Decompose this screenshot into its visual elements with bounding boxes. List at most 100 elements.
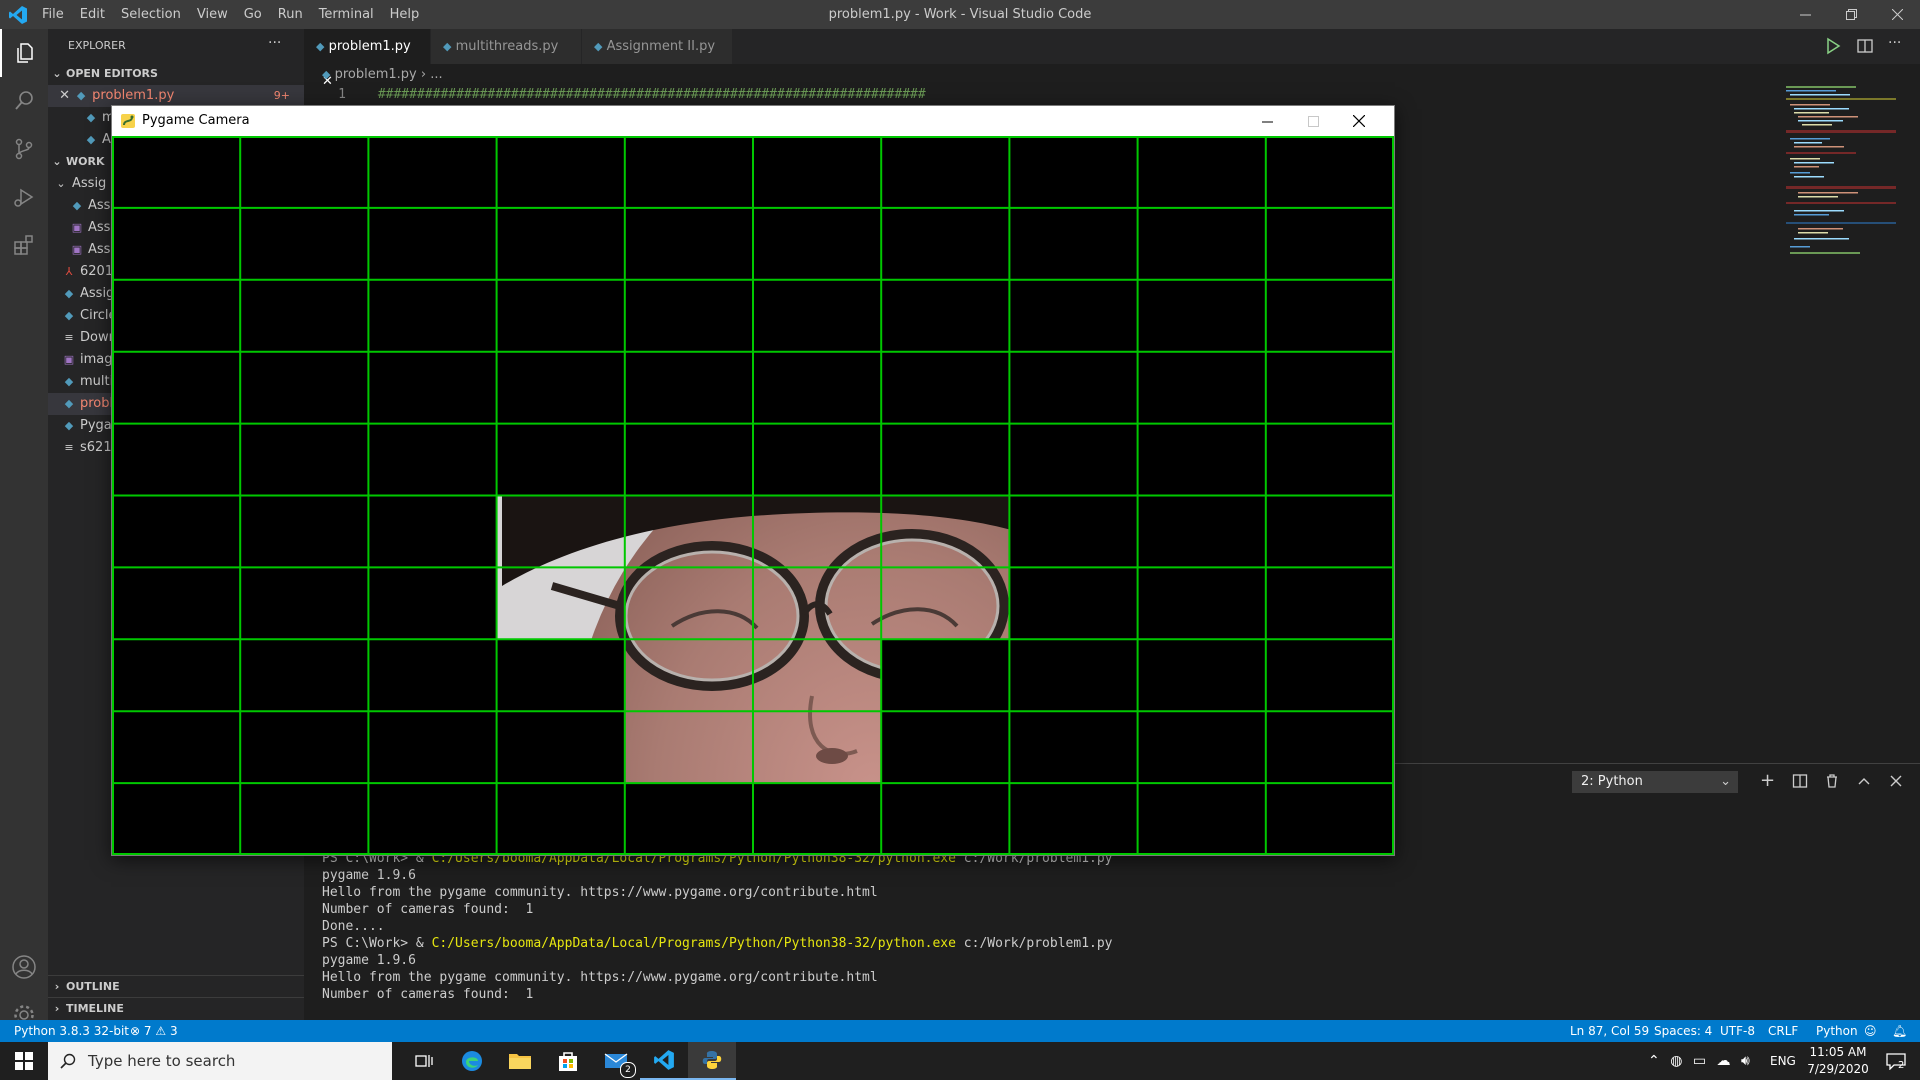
pygame-snake-icon xyxy=(121,114,135,128)
network-icon[interactable]: ◍ xyxy=(1670,1053,1682,1069)
close-icon xyxy=(1891,9,1903,20)
split-editor-icon xyxy=(1857,39,1873,53)
chevron-down-icon: ⌄ xyxy=(52,155,62,168)
vscode-taskbar-button[interactable] xyxy=(640,1042,688,1080)
search-icon xyxy=(60,1053,76,1069)
minimize-button[interactable] xyxy=(1782,0,1828,29)
python-icon xyxy=(702,1051,722,1069)
menu-terminal[interactable]: Terminal xyxy=(311,0,382,29)
python-taskbar-button[interactable] xyxy=(688,1042,736,1080)
error-count: 7 xyxy=(143,1024,152,1038)
source-control-icon xyxy=(15,138,33,160)
indentation-status[interactable]: Spaces: 4 xyxy=(1654,1020,1712,1042)
image-file-icon: ▣ xyxy=(71,243,83,256)
outline-header[interactable]: › OUTLINE xyxy=(48,975,304,998)
more-actions-icon[interactable]: ··· xyxy=(268,35,281,51)
split-editor-button[interactable] xyxy=(1856,37,1874,59)
onedrive-icon[interactable]: ☁ xyxy=(1717,1053,1731,1069)
clock[interactable]: 11:05 AM 7/29/2020 xyxy=(1806,1044,1870,1078)
notifications-button[interactable]: 🔔︎ xyxy=(1892,1020,1907,1042)
language-mode-status[interactable]: Python xyxy=(1816,1020,1858,1042)
cursor-position-status[interactable]: Ln 87, Col 59 xyxy=(1570,1020,1649,1042)
problems-status[interactable]: ⊗ 7 ⚠ 3 xyxy=(130,1020,178,1042)
encoding-status[interactable]: UTF-8 xyxy=(1720,1020,1755,1042)
terminal-line: Number of cameras found: 1 xyxy=(322,987,534,1002)
run-file-button[interactable] xyxy=(1824,37,1842,59)
tab-label: Assignment II.py xyxy=(606,39,716,54)
python-file-icon: ◆ xyxy=(86,111,96,124)
tab-problem1[interactable]: ◆ problem1.py ✕ xyxy=(304,29,430,89)
source-control-button[interactable] xyxy=(0,125,48,173)
maximize-icon xyxy=(1307,115,1319,127)
close-window-button[interactable] xyxy=(1874,0,1920,29)
run-debug-button[interactable] xyxy=(0,173,48,221)
show-hidden-icons-icon[interactable]: ⌃ xyxy=(1648,1053,1660,1069)
python-interpreter-status[interactable]: Python 3.8.3 32-bit xyxy=(14,1020,129,1042)
feedback-button[interactable]: ☺ xyxy=(1864,1020,1877,1042)
open-editors-label: OPEN EDITORS xyxy=(66,67,158,80)
breadcrumb-file[interactable]: problem1.py xyxy=(335,67,417,82)
input-language[interactable]: ENG xyxy=(1770,1042,1796,1080)
camera-puzzle-canvas[interactable] xyxy=(112,136,1394,855)
task-view-button[interactable] xyxy=(400,1042,448,1080)
menu-edit[interactable]: Edit xyxy=(72,0,113,29)
extensions-icon xyxy=(14,235,33,255)
start-button[interactable] xyxy=(0,1042,48,1080)
text-file-icon: ≡ xyxy=(64,331,74,344)
split-terminal-button[interactable] xyxy=(1792,773,1808,793)
editor-tab-bar: ◆ problem1.py ✕ ◆ multithreads.py ◆ Assi… xyxy=(304,29,1920,89)
pygame-maximize-button[interactable] xyxy=(1290,106,1336,136)
menu-help[interactable]: Help xyxy=(382,0,428,29)
menu-file[interactable]: File xyxy=(34,0,72,29)
extensions-button[interactable] xyxy=(0,221,48,269)
close-panel-button[interactable] xyxy=(1888,773,1904,793)
python-file-icon: ◆ xyxy=(64,419,74,432)
tab-multithreads[interactable]: ◆ multithreads.py xyxy=(431,29,581,64)
menu-view[interactable]: View xyxy=(189,0,236,29)
more-actions-icon[interactable]: ··· xyxy=(1888,35,1901,51)
battery-icon[interactable]: ▭ xyxy=(1693,1053,1706,1069)
kill-terminal-button[interactable] xyxy=(1824,773,1840,793)
terminal-path: C:/Users/booma/AppData/Local/Programs/Py… xyxy=(431,936,956,951)
store-taskbar-button[interactable] xyxy=(544,1042,592,1080)
mail-badge: 2 xyxy=(620,1062,636,1078)
pygame-title-bar[interactable]: Pygame Camera xyxy=(112,106,1394,136)
mail-taskbar-button[interactable]: 2 xyxy=(592,1042,640,1080)
file-explorer-taskbar-button[interactable] xyxy=(496,1042,544,1080)
open-editor-label: A xyxy=(102,132,111,147)
action-center-button[interactable]: 2 xyxy=(1876,1042,1916,1080)
menu-go[interactable]: Go xyxy=(236,0,270,29)
minimap[interactable] xyxy=(1786,86,1906,306)
terminal-select[interactable]: 2: Python ⌄ xyxy=(1572,771,1738,793)
close-icon[interactable]: ✕ xyxy=(48,85,70,107)
taskbar-search-box[interactable]: Type here to search xyxy=(48,1042,392,1080)
line-number: 1 xyxy=(338,87,346,102)
chevron-up-icon xyxy=(1858,778,1870,785)
pygame-close-button[interactable] xyxy=(1336,106,1382,136)
image-file-icon: ▣ xyxy=(71,221,83,234)
explorer-button[interactable] xyxy=(0,29,48,77)
breadcrumb-symbol[interactable]: ... xyxy=(430,67,442,82)
pygame-minimize-button[interactable] xyxy=(1244,106,1290,136)
bell-icon: 🔔︎ xyxy=(1892,1024,1908,1038)
open-editor-item[interactable]: ✕ ◆ problem1.py 9+ xyxy=(48,85,304,107)
maximize-panel-button[interactable] xyxy=(1856,773,1872,793)
code-line[interactable]: 1 ######################################… xyxy=(304,86,1774,106)
open-editors-header[interactable]: ⌄ OPEN EDITORS xyxy=(48,63,304,85)
volume-icon[interactable]: 🔊︎ xyxy=(1741,1053,1750,1069)
restore-button[interactable] xyxy=(1828,0,1874,29)
eol-status[interactable]: CRLF xyxy=(1768,1020,1798,1042)
tab-assignment-ii[interactable]: ◆ Assignment II.py xyxy=(582,29,732,64)
clock-date: 7/29/2020 xyxy=(1807,1062,1869,1076)
code-comment: ########################################… xyxy=(377,87,926,102)
search-button[interactable] xyxy=(0,77,48,125)
menu-selection[interactable]: Selection xyxy=(113,0,189,29)
timeline-header[interactable]: › TIMELINE xyxy=(48,997,304,1020)
edge-taskbar-button[interactable] xyxy=(448,1042,496,1080)
new-terminal-button[interactable]: + xyxy=(1760,772,1775,790)
camera-grid[interactable] xyxy=(112,136,1394,855)
accounts-button[interactable] xyxy=(0,943,48,991)
menu-run[interactable]: Run xyxy=(270,0,311,29)
error-icon: ⊗ xyxy=(130,1024,141,1038)
python-file-icon: ◆ xyxy=(64,375,74,388)
